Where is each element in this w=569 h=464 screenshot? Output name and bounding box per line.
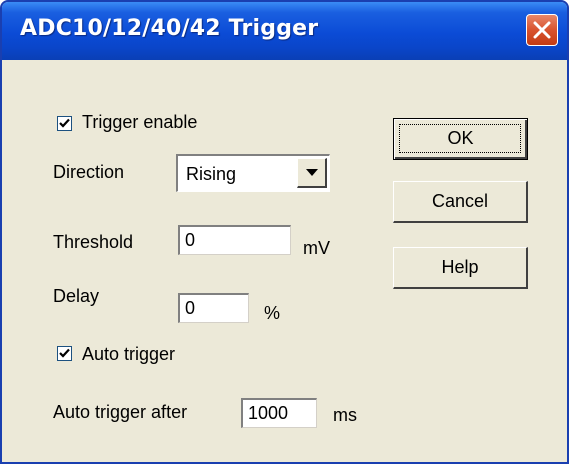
delay-label: Delay — [53, 286, 100, 306]
auto-trigger-after-input[interactable]: 1000 — [241, 398, 317, 428]
dropdown-arrow-icon — [306, 169, 318, 176]
auto-trigger-label[interactable]: Auto trigger — [82, 344, 175, 365]
threshold-label: Threshold — [53, 232, 134, 252]
window-title: ADC10/12/40/42 Trigger — [20, 16, 319, 41]
direction-label: Direction — [53, 162, 125, 182]
delay-input[interactable]: 0 — [178, 293, 249, 323]
direction-value: Rising — [186, 164, 237, 184]
direction-dropdown-button[interactable] — [297, 158, 327, 188]
auto-trigger-after-unit: ms — [333, 405, 357, 425]
cancel-button-label: Cancel — [431, 191, 489, 211]
threshold-unit: mV — [303, 238, 330, 258]
ok-button-label: OK — [447, 128, 474, 148]
auto-trigger-after-label: Auto trigger after — [53, 402, 188, 422]
cancel-button[interactable]: Cancel — [393, 181, 528, 223]
trigger-dialog: ADC10/12/40/42 Trigger Trigger enable Di… — [0, 0, 569, 464]
help-button[interactable]: Help — [393, 247, 528, 289]
help-button-label: Help — [441, 257, 479, 277]
title-bar[interactable]: ADC10/12/40/42 Trigger — [2, 2, 567, 60]
checkmark-icon — [59, 348, 70, 358]
checkmark-icon — [59, 118, 70, 128]
ok-button[interactable]: OK — [393, 118, 528, 160]
trigger-enable-label[interactable]: Trigger enable — [82, 112, 197, 133]
dialog-body: Trigger enable Direction Rising Threshol… — [2, 60, 567, 462]
close-icon — [533, 21, 551, 39]
close-button[interactable] — [526, 14, 558, 46]
delay-unit: % — [264, 303, 281, 323]
threshold-input[interactable]: 0 — [178, 225, 291, 255]
auto-trigger-checkbox[interactable] — [57, 346, 72, 361]
direction-select[interactable]: Rising — [176, 154, 330, 192]
trigger-enable-checkbox[interactable] — [57, 116, 72, 131]
